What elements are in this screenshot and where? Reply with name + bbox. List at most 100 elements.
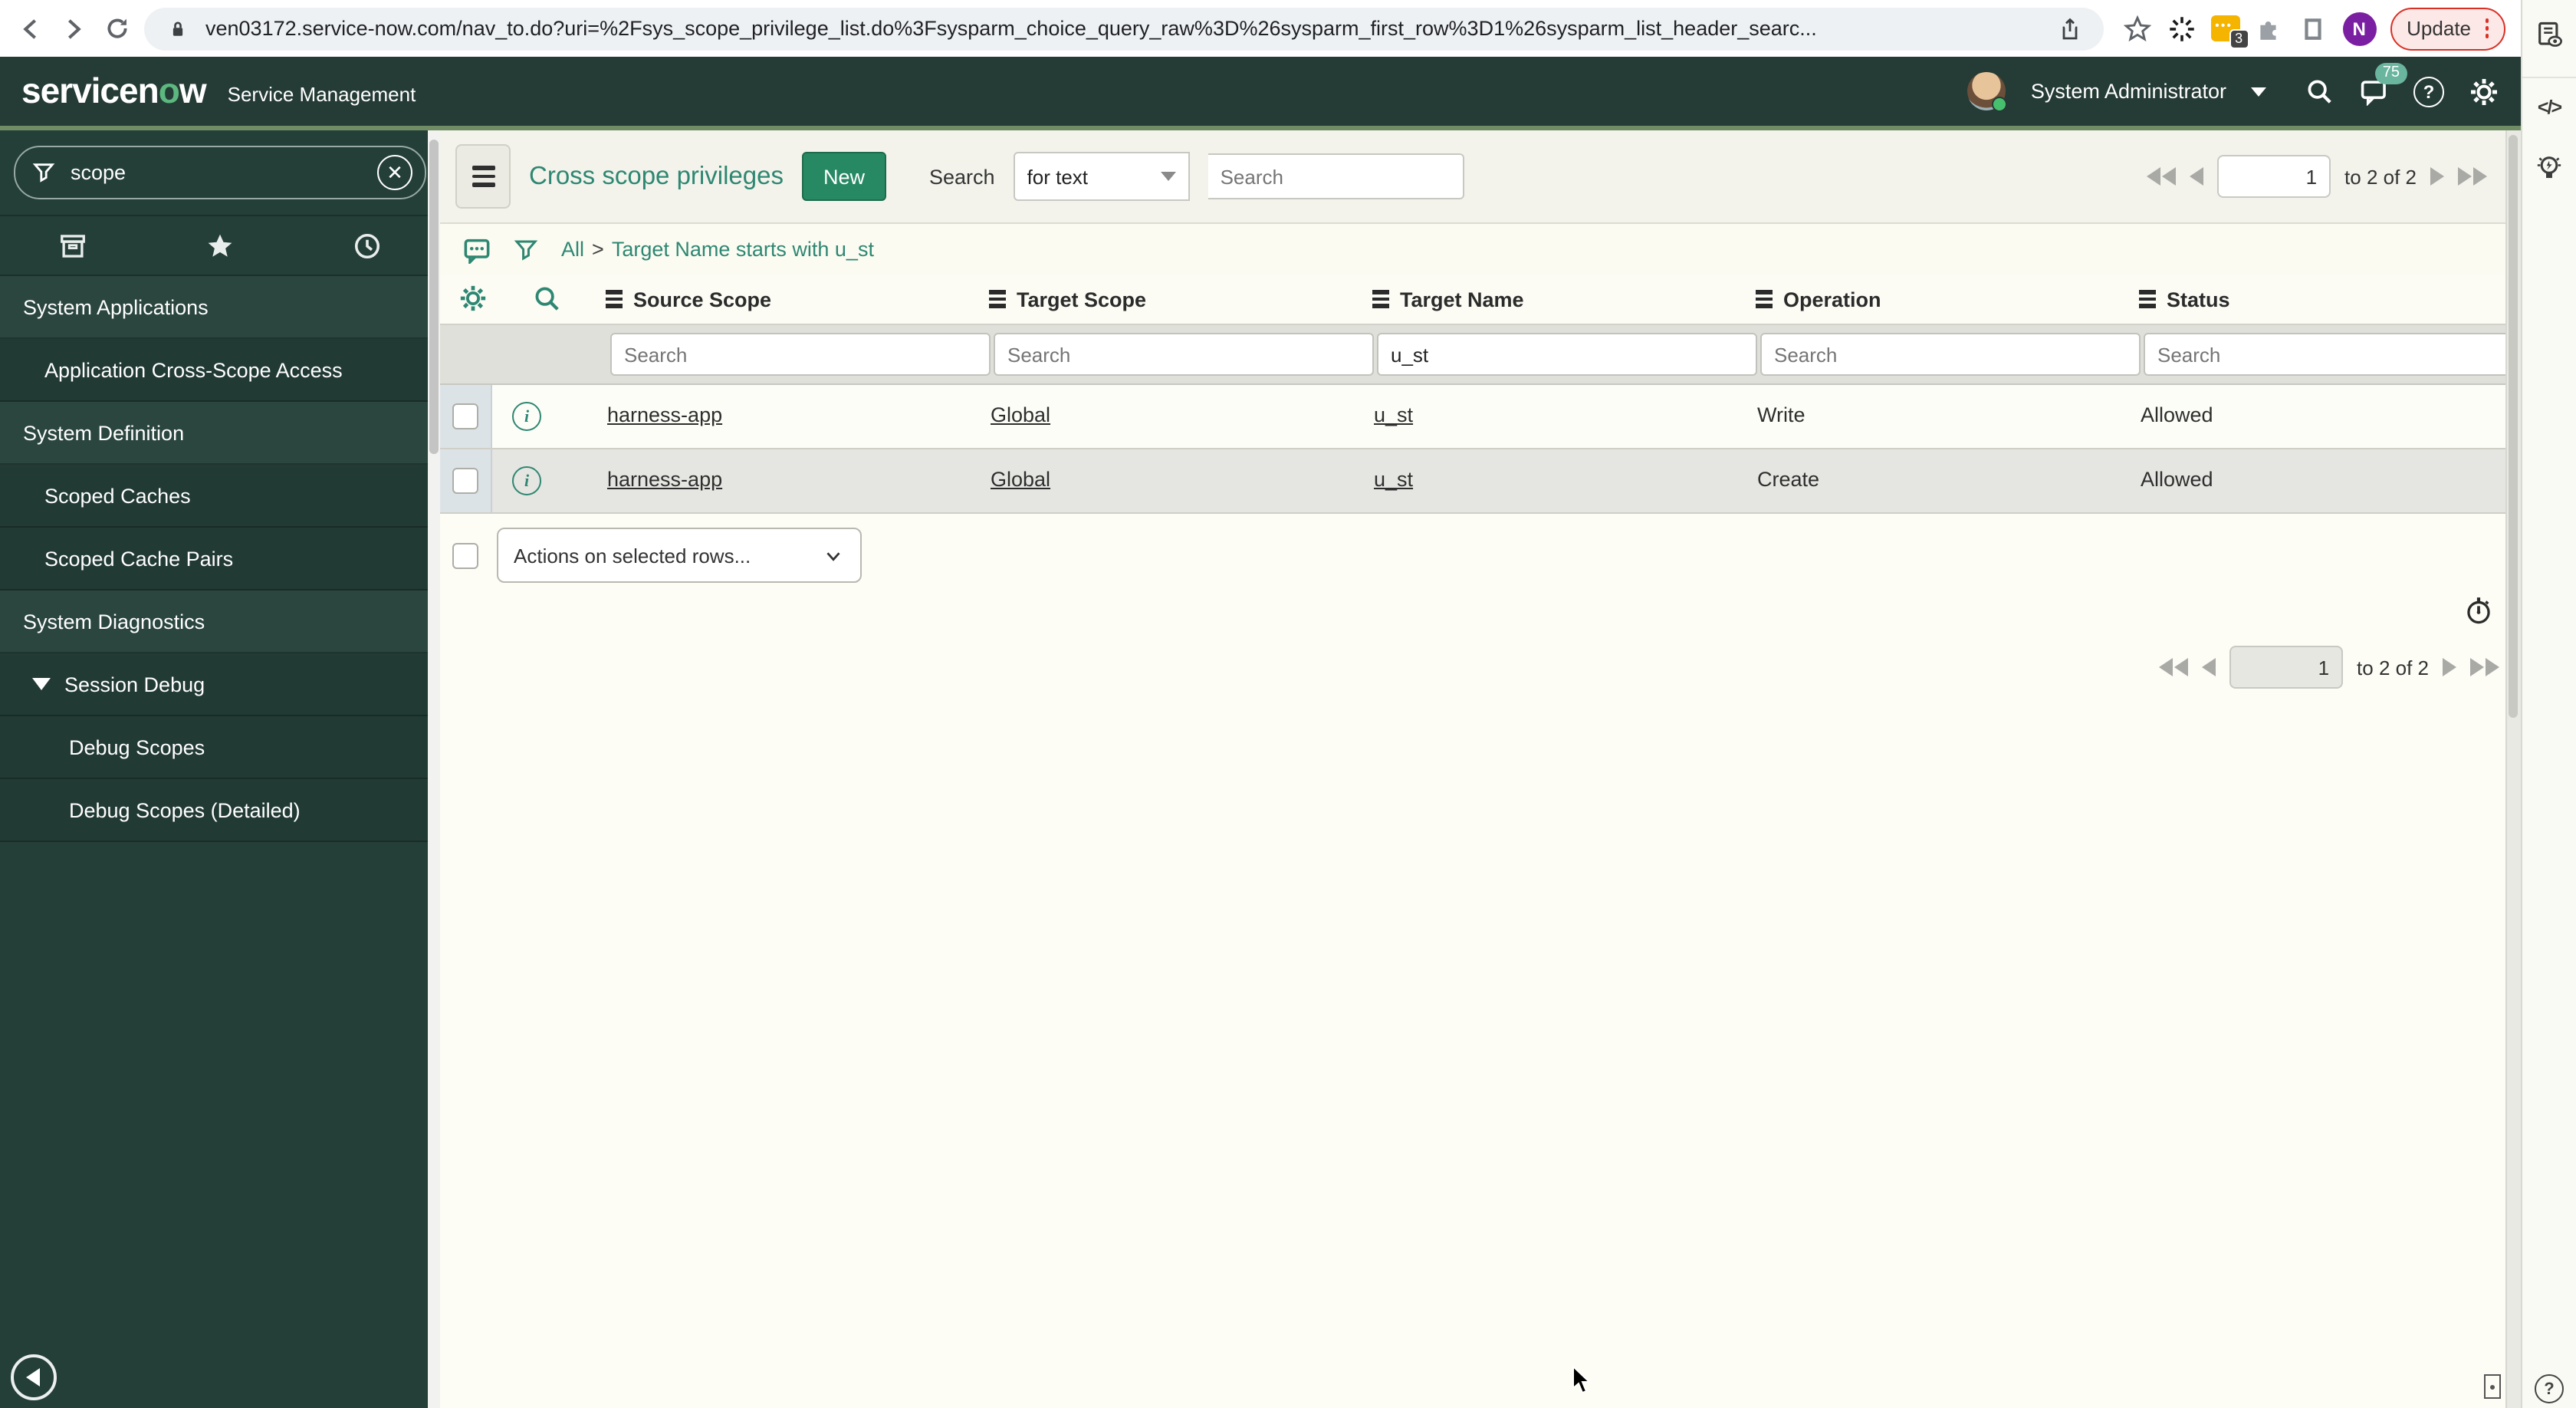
row-info-icon[interactable] <box>512 402 541 431</box>
page-number-input[interactable] <box>2229 646 2344 689</box>
breadcrumb: All > Target Name starts with u_st <box>440 224 2521 275</box>
notes-extension-icon[interactable]: ••• 3 <box>2210 15 2249 49</box>
sidebar-scrollbar[interactable] <box>428 130 440 1408</box>
sidebar-item-debug-scopes[interactable]: Debug Scopes <box>0 716 440 779</box>
spinner-extension-icon[interactable] <box>2166 13 2196 44</box>
product-name: Service Management <box>227 82 416 105</box>
search-type-select[interactable]: for text <box>1013 152 1190 201</box>
sidebar-item-application-cross-scope-access[interactable]: Application Cross-Scope Access <box>0 339 440 402</box>
cell-target-scope[interactable]: Global <box>991 468 1050 491</box>
list-title[interactable]: Cross scope privileges <box>529 162 784 191</box>
sidebar-section-system-applications[interactable]: System Applications <box>0 276 440 339</box>
prev-page-icon[interactable] <box>2202 658 2216 676</box>
extensions-puzzle-icon[interactable] <box>2253 13 2284 44</box>
column-search-icon[interactable] <box>532 284 561 321</box>
first-page-icon[interactable] <box>2147 167 2177 186</box>
browser-menu-icon[interactable] <box>2485 18 2489 38</box>
sidebar-item-scoped-cache-pairs[interactable]: Scoped Cache Pairs <box>0 528 440 591</box>
column-menu-icon[interactable] <box>2139 290 2156 308</box>
filter-funnel-icon <box>32 161 55 184</box>
sidebar-section-system-diagnostics[interactable]: System Diagnostics <box>0 591 440 653</box>
last-page-icon[interactable] <box>2470 658 2499 676</box>
global-search-icon[interactable] <box>2303 76 2334 107</box>
row-checkbox[interactable] <box>452 403 478 429</box>
select-all-checkbox[interactable] <box>452 542 478 568</box>
column-menu-icon[interactable] <box>989 290 1006 308</box>
navigator-filter[interactable] <box>14 146 426 199</box>
filter-target-name-input[interactable] <box>1377 333 1757 376</box>
next-page-icon[interactable] <box>2430 167 2444 186</box>
cell-target-scope[interactable]: Global <box>991 403 1050 426</box>
content-scrollbar[interactable] <box>2505 130 2521 1408</box>
code-panel-icon[interactable]: </> <box>2538 97 2562 118</box>
cell-target-name[interactable]: u_st <box>1374 403 1413 426</box>
actions-on-selected-rows-select[interactable]: Actions on selected rows... <box>497 528 862 583</box>
new-button[interactable]: New <box>801 152 886 201</box>
table-header-row: Source Scope Target Scope Target Name Op… <box>440 275 2521 325</box>
response-time-icon[interactable] <box>2463 594 2495 633</box>
cell-source-scope[interactable]: harness-app <box>607 468 722 491</box>
clear-filter-icon[interactable] <box>377 155 412 190</box>
list-chat-icon[interactable] <box>463 235 491 263</box>
share-icon[interactable] <box>2054 13 2085 44</box>
last-page-icon[interactable] <box>2458 167 2487 186</box>
side-panel-icon[interactable] <box>2298 13 2328 44</box>
collapse-sidebar-button[interactable] <box>11 1354 57 1400</box>
tab-all-applications[interactable] <box>0 231 146 260</box>
help-panel-icon[interactable] <box>2535 1374 2564 1403</box>
next-page-icon[interactable] <box>2443 658 2456 676</box>
prev-page-icon[interactable] <box>2190 167 2204 186</box>
column-header-target-name[interactable]: Target Name <box>1372 275 1524 324</box>
sidebar-section-system-definition[interactable]: System Definition <box>0 402 440 465</box>
sidebar-item-scoped-caches[interactable]: Scoped Caches <box>0 465 440 528</box>
browser-profile-avatar[interactable]: N <box>2342 12 2377 45</box>
lightbulb-icon[interactable] <box>2533 152 2565 192</box>
filter-target-scope-input[interactable] <box>994 333 1374 376</box>
column-header-status[interactable]: Status <box>2139 275 2230 324</box>
sidebar-item-debug-scopes-detailed[interactable]: Debug Scopes (Detailed) <box>0 779 440 842</box>
row-checkbox[interactable] <box>452 468 478 494</box>
tab-favorites[interactable] <box>146 231 293 260</box>
column-menu-icon[interactable] <box>1756 290 1773 308</box>
collapse-triangle-icon[interactable] <box>32 678 51 690</box>
settings-gear-icon[interactable] <box>2469 76 2499 107</box>
page-number-input[interactable] <box>2217 155 2331 198</box>
row-info-icon[interactable] <box>512 466 541 495</box>
list-search-input[interactable] <box>1208 153 1464 199</box>
filter-source-scope-input[interactable] <box>610 333 991 376</box>
chrome-update-button[interactable]: Update <box>2390 7 2505 50</box>
user-name[interactable]: System Administrator <box>2031 80 2226 103</box>
navigator-filter-input[interactable] <box>67 160 365 186</box>
sidebar-item-session-debug[interactable]: Session Debug <box>0 653 440 716</box>
breadcrumb-filter-link[interactable]: Target Name starts with u_st <box>612 238 874 261</box>
first-page-icon[interactable] <box>2159 658 2189 676</box>
column-header-operation[interactable]: Operation <box>1756 275 1881 324</box>
reload-icon[interactable] <box>101 13 132 44</box>
address-bar[interactable]: ven03172.service-now.com/nav_to.do?uri=%… <box>144 7 2104 50</box>
back-icon[interactable] <box>15 13 46 44</box>
column-filter-row <box>440 325 2524 385</box>
bookmark-star-icon[interactable] <box>2121 13 2152 44</box>
extension-badge: 3 <box>2229 29 2249 49</box>
chat-icon[interactable]: 75 <box>2358 62 2407 107</box>
forward-icon[interactable] <box>58 13 89 44</box>
user-avatar[interactable] <box>1967 72 2008 112</box>
tab-history[interactable] <box>294 231 440 260</box>
filter-operation-input[interactable] <box>1760 333 2141 376</box>
cell-target-name[interactable]: u_st <box>1374 468 1413 491</box>
app-navigator-sidebar: System Applications Application Cross-Sc… <box>0 130 440 1408</box>
user-menu-caret-icon[interactable] <box>2251 87 2266 96</box>
filter-icon[interactable] <box>514 237 538 262</box>
online-status-dot <box>1992 97 2008 112</box>
list-menu-button[interactable] <box>455 144 511 209</box>
column-header-source-scope[interactable]: Source Scope <box>606 275 771 324</box>
cell-source-scope[interactable]: harness-app <box>607 403 722 426</box>
column-menu-icon[interactable] <box>1372 290 1389 308</box>
filter-status-input[interactable] <box>2144 333 2524 376</box>
help-icon[interactable] <box>2413 76 2444 107</box>
form-preview-icon[interactable] <box>2534 20 2564 58</box>
breadcrumb-all-link[interactable]: All <box>561 238 584 261</box>
column-menu-icon[interactable] <box>606 290 623 308</box>
column-header-target-scope[interactable]: Target Scope <box>989 275 1146 324</box>
list-settings-gear-icon[interactable] <box>458 284 488 321</box>
